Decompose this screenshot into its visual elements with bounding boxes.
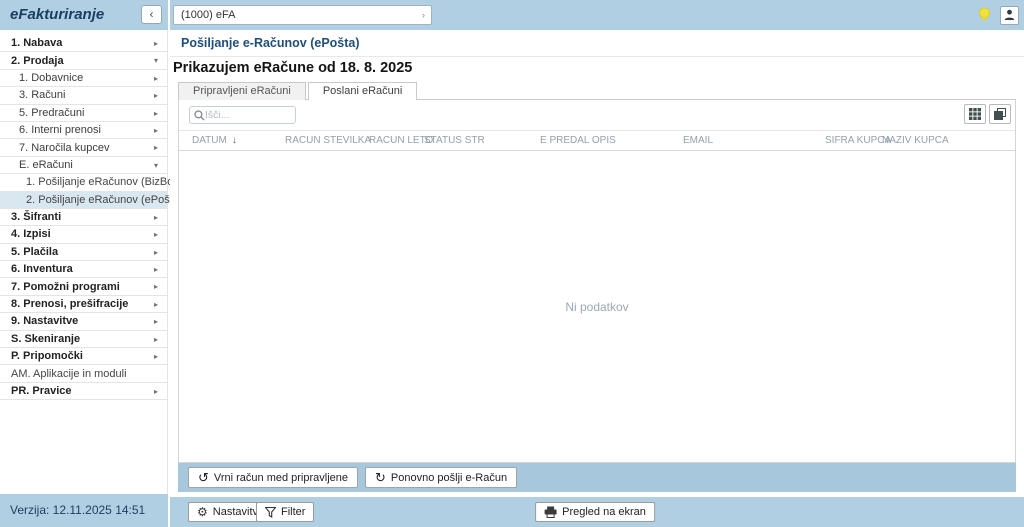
sidebar-item-aplikacije-in-moduli[interactable]: AM. Aplikacije in moduli (0, 365, 167, 382)
sidebar-item-posiljanje-bizbox[interactable]: 1. Pošiljanje eRačunov (BizBox) (0, 174, 167, 191)
column-header-racun-stevilka[interactable]: RACUN STEVILKA (285, 131, 371, 151)
chevron-right-icon: ▸ (154, 261, 158, 278)
page-title-bar: Pošiljanje e-Računov (ePošta) (170, 30, 1024, 57)
chevron-right-icon: ▸ (154, 244, 158, 261)
sidebar-nav: 1. Nabava ▸ 2. Prodaja ▾ 1. Dobavnice ▸ … (0, 30, 168, 494)
search-box (189, 106, 296, 124)
resend-einvoice-button[interactable]: ↻ Ponovno pošlji e-Račun (365, 467, 517, 488)
sidebar-item-racuni[interactable]: 3. Računi ▸ (0, 87, 167, 104)
user-icon (1004, 9, 1015, 21)
sidebar-item-pomozni-programi[interactable]: 7. Pomožni programi ▸ (0, 278, 167, 295)
sidebar-item-interni-prenosi[interactable]: 6. Interni prenosi ▸ (0, 122, 167, 139)
column-header-e-predal-opis[interactable]: E PREDAL OPIS (540, 131, 616, 151)
tab-bar: Pripravljeni eRačuni Poslani eRačuni (178, 82, 1016, 100)
chevron-right-icon: ▸ (154, 383, 158, 400)
gear-icon: ⚙ (197, 506, 208, 518)
header-icons (976, 0, 1019, 30)
tab-pripravljeni-eracuni[interactable]: Pripravljeni eRačuni (178, 82, 306, 100)
chevron-down-icon: ▾ (154, 52, 158, 69)
app-title: eFakturiranje (10, 0, 104, 30)
sidebar-item-posiljanje-eposta[interactable]: 2. Pošiljanje eRačunov (ePošta) (0, 192, 167, 209)
sidebar-item-izpisi[interactable]: 4. Izpisi ▸ (0, 226, 167, 243)
sidebar-item-placila[interactable]: 5. Plačila ▸ (0, 244, 167, 261)
app-window: eFakturiranje ‹ (1000) eFA › (0, 0, 1024, 527)
footer-bar: ⚙ Nastavitve Filter Pregled na ekran (170, 497, 1024, 527)
return-invoice-button[interactable]: ↺ Vrni račun med pripravljene (188, 467, 358, 488)
undo-icon: ↺ (198, 471, 209, 484)
printer-icon (544, 506, 557, 518)
empty-state-text: Ni podatkov (565, 300, 628, 314)
help-lightbulb-button[interactable] (976, 6, 992, 24)
column-header-email[interactable]: EMAIL (683, 131, 713, 151)
redo-icon: ↻ (375, 471, 386, 484)
column-header-status-str[interactable]: STATUS STR (424, 131, 485, 151)
chevron-right-icon: ▸ (154, 35, 158, 52)
chevron-right-icon: ▸ (154, 313, 158, 330)
chevron-right-icon: ▸ (154, 226, 158, 243)
sort-desc-icon: ↓ (232, 135, 237, 146)
version-text: Verzija: 12.11.2025 14:51 (0, 494, 168, 527)
sidebar-item-skeniranje[interactable]: S. Skeniranje ▸ (0, 331, 167, 348)
sidebar-item-pripomocki[interactable]: P. Pripomočki ▸ (0, 348, 167, 365)
tab-poslani-eracuni[interactable]: Poslani eRačuni (308, 82, 418, 101)
copy-icon (994, 108, 1006, 120)
sidebar-item-narocila-kupcev[interactable]: 7. Naročila kupcev ▸ (0, 139, 167, 156)
table-toolbar (179, 100, 1015, 130)
column-chooser-button[interactable] (964, 104, 986, 124)
table-panel: DATUM↓ RACUN STEVILKA RACUN LETO STATUS … (178, 100, 1016, 463)
grid-icon (969, 108, 981, 120)
header-left-section: eFakturiranje ‹ (0, 0, 168, 30)
filter-funnel-icon (265, 507, 276, 518)
page-subtitle: Prikazujem eRačune od 18. 8. 2025 (173, 60, 412, 76)
sidebar-item-sifranti[interactable]: 3. Šifranti ▸ (0, 209, 167, 226)
page-title: Pošiljanje e-Računov (ePošta) (181, 30, 360, 57)
user-account-button[interactable] (1000, 6, 1019, 25)
main-content: Pošiljanje e-Računov (ePošta) Prikazujem… (170, 30, 1024, 527)
sidebar-item-pravice[interactable]: PR. Pravice ▸ (0, 383, 167, 400)
table-header-row: DATUM↓ RACUN STEVILKA RACUN LETO STATUS … (179, 130, 1015, 151)
sidebar-item-dobavnice[interactable]: 1. Dobavnice ▸ (0, 70, 167, 87)
search-input[interactable] (205, 109, 285, 121)
chevron-right-icon: ▸ (154, 209, 158, 226)
sidebar-item-eracuni[interactable]: E. eRačuni ▾ (0, 157, 167, 174)
search-icon (194, 110, 205, 121)
action-button-strip: ↺ Vrni račun med pripravljene ↻ Ponovno … (178, 463, 1016, 492)
chevron-right-icon: › (422, 6, 425, 24)
company-selector-value: (1000) eFA (181, 9, 235, 21)
chevron-down-icon: ▾ (154, 157, 158, 174)
chevron-left-icon: ‹ (150, 7, 154, 21)
chevron-right-icon: ▸ (154, 139, 158, 156)
top-header-bar: eFakturiranje ‹ (1000) eFA › (0, 0, 1024, 30)
screen-preview-button[interactable]: Pregled na ekran (535, 502, 655, 522)
chevron-right-icon: ▸ (154, 122, 158, 139)
lightbulb-icon (978, 7, 991, 23)
chevron-right-icon: ▸ (154, 105, 158, 122)
chevron-right-icon: ▸ (154, 87, 158, 104)
version-bar: Verzija: 12.11.2025 14:51 (0, 494, 168, 527)
sidebar-item-prenosi-presifracije[interactable]: 8. Prenosi, prešifracije ▸ (0, 296, 167, 313)
chevron-right-icon: ▸ (154, 278, 158, 295)
chevron-right-icon: ▸ (154, 331, 158, 348)
company-selector[interactable]: (1000) eFA › (173, 5, 432, 25)
table-body: Ni podatkov (179, 152, 1015, 462)
column-header-naziv-kupca[interactable]: NAZIV KUPCA (882, 131, 949, 151)
chevron-right-icon: ▸ (154, 348, 158, 365)
sidebar-item-nastavitve[interactable]: 9. Nastavitve ▸ (0, 313, 167, 330)
sidebar-item-prodaja[interactable]: 2. Prodaja ▾ (0, 52, 167, 69)
export-copy-button[interactable] (989, 104, 1011, 124)
header-main-section: (1000) eFA › (170, 0, 1024, 30)
sidebar-item-predracuni[interactable]: 5. Predračuni ▸ (0, 105, 167, 122)
filter-button[interactable]: Filter (256, 502, 314, 522)
sidebar-item-inventura[interactable]: 6. Inventura ▸ (0, 261, 167, 278)
column-header-datum[interactable]: DATUM↓ (192, 131, 237, 151)
chevron-right-icon: ▸ (154, 296, 158, 313)
chevron-right-icon: ▸ (154, 70, 158, 87)
sidebar-collapse-button[interactable]: ‹ (141, 5, 162, 24)
sidebar-item-nabava[interactable]: 1. Nabava ▸ (0, 35, 167, 52)
